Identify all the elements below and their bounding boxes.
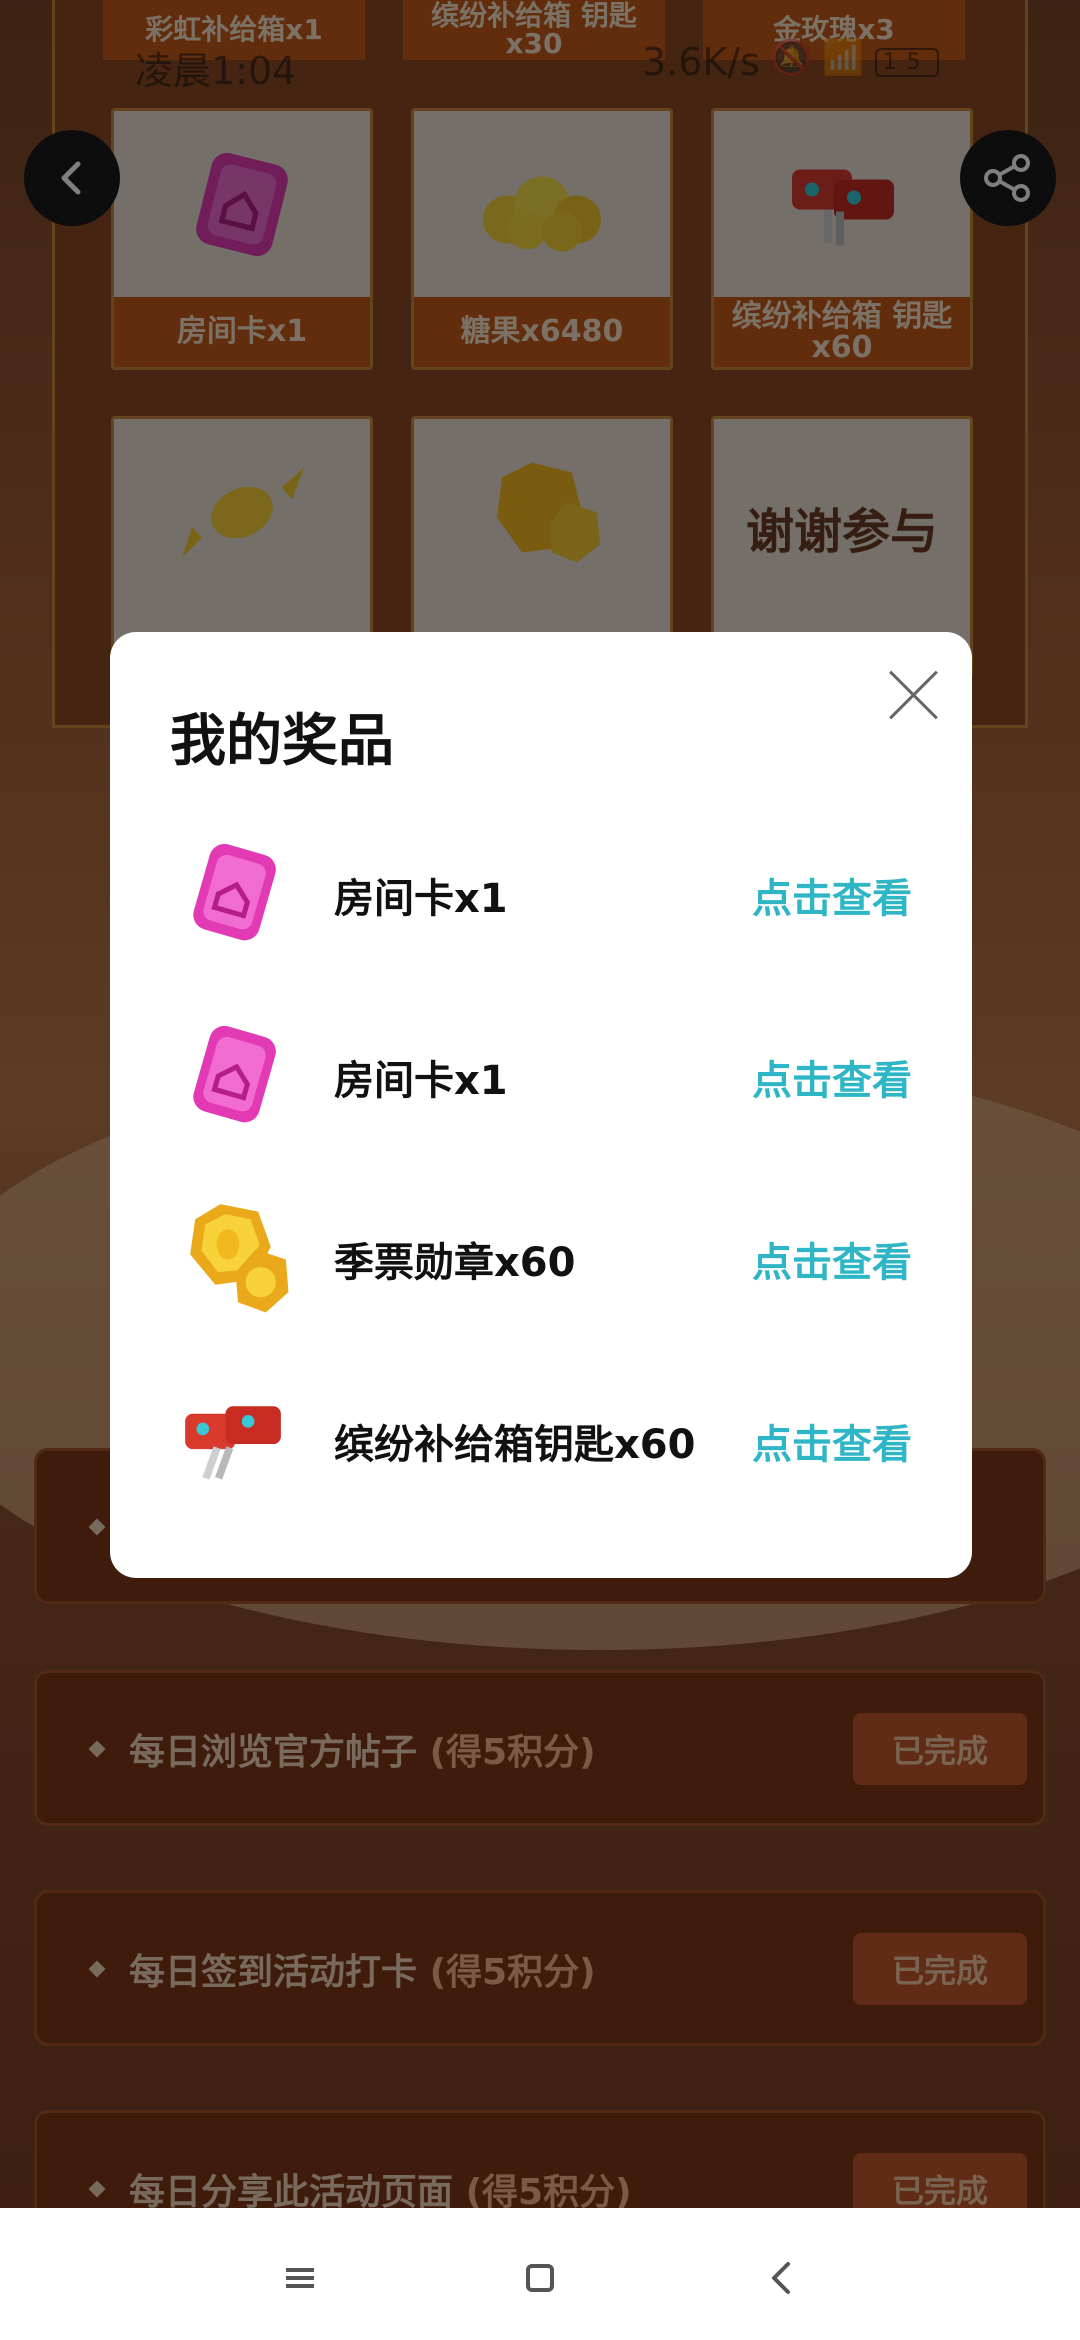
prize-name: 房间卡x1	[334, 1058, 508, 1104]
close-icon[interactable]	[884, 666, 944, 726]
square-home-icon	[526, 2264, 554, 2292]
prize-name: 缤纷补给箱钥匙x60	[334, 1422, 696, 1468]
chevron-left-icon	[772, 2262, 790, 2294]
room-card-icon	[170, 830, 296, 956]
menu-icon	[286, 2268, 314, 2288]
prize-name: 房间卡x1	[334, 876, 508, 922]
prize-row: 房间卡x1 点击查看	[110, 1004, 972, 1144]
season-medal-icon	[170, 1194, 296, 1320]
prize-row: 房间卡x1 点击查看	[110, 822, 972, 962]
prize-row: 缤纷补给箱钥匙x60 点击查看	[110, 1368, 972, 1508]
room-card-icon	[170, 1012, 296, 1138]
my-prizes-dialog: 我的奖品 房间卡x1 点击查看 房间卡x1 点击查看 季票勋章x60 点击查看 …	[110, 632, 972, 1578]
system-nav-bar	[0, 2208, 1080, 2340]
back-nav-button[interactable]	[752, 2248, 812, 2308]
menu-nav-button[interactable]	[270, 2248, 330, 2308]
supply-key-icon	[170, 1376, 296, 1502]
prize-row: 季票勋章x60 点击查看	[110, 1186, 972, 1326]
view-prize-link[interactable]: 点击查看	[752, 1412, 912, 1470]
dialog-title: 我的奖品	[170, 709, 394, 774]
view-prize-link[interactable]: 点击查看	[752, 1048, 912, 1106]
home-nav-button[interactable]	[510, 2248, 570, 2308]
prize-name: 季票勋章x60	[334, 1240, 576, 1286]
view-prize-link[interactable]: 点击查看	[752, 866, 912, 924]
view-prize-link[interactable]: 点击查看	[752, 1230, 912, 1288]
